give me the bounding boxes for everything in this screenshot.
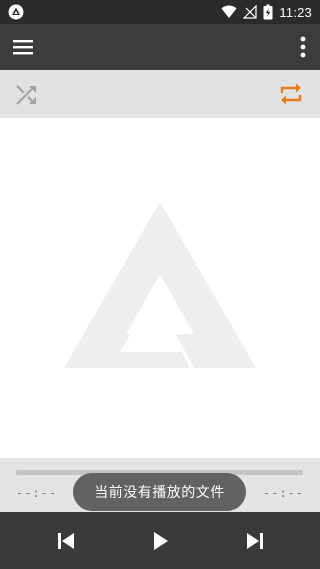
- total-duration: --:--: [262, 486, 304, 500]
- more-vert-icon[interactable]: [298, 34, 308, 60]
- playback-controls: [0, 512, 320, 569]
- elapsed-time: --:--: [16, 486, 58, 500]
- signal-icon: [243, 5, 258, 19]
- shuffle-icon[interactable]: [14, 82, 40, 108]
- menu-icon[interactable]: [10, 34, 36, 60]
- playback-mode-bar: [0, 70, 320, 118]
- skip-next-icon[interactable]: [243, 529, 267, 553]
- skip-previous-icon[interactable]: [54, 529, 78, 553]
- app-logo-placeholder-icon: [64, 202, 256, 368]
- status-time: 11:23: [279, 4, 312, 20]
- toast-message: 当前没有播放的文件: [73, 473, 246, 511]
- repeat-icon[interactable]: [278, 81, 304, 107]
- play-icon[interactable]: [148, 529, 172, 553]
- album-art-area: [0, 118, 320, 458]
- toast-text: 当前没有播放的文件: [94, 484, 225, 500]
- status-bar: 11:23: [0, 0, 320, 24]
- app-indicator-icon: [8, 4, 24, 20]
- app-toolbar: [0, 24, 320, 70]
- wifi-icon: [221, 5, 237, 18]
- battery-charging-icon: [263, 4, 273, 20]
